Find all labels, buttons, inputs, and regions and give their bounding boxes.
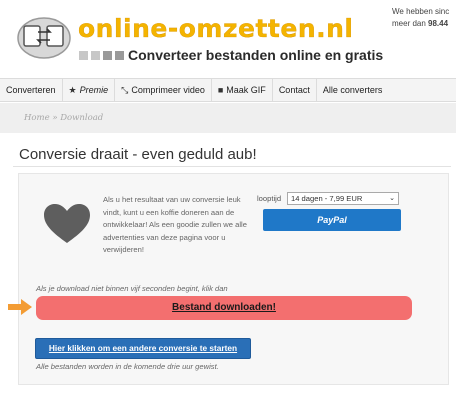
arrow-right-icon bbox=[8, 299, 32, 315]
deletion-note: Alle bestanden worden in de komende drie… bbox=[36, 362, 219, 371]
download-button[interactable]: Bestand downloaden! bbox=[36, 296, 412, 320]
paypal-button[interactable]: PayPal bbox=[263, 209, 401, 231]
compress-icon: ⤡ bbox=[121, 85, 129, 95]
runtime-select-value: 14 dagen - 7,99 EUR bbox=[291, 194, 363, 203]
site-header: online-omzetten.nl Converteer bestanden … bbox=[0, 0, 456, 76]
main-nav: Converteren ★ Premie ⤡ Comprimeer video … bbox=[0, 78, 456, 102]
runtime-label: looptijd bbox=[257, 194, 282, 203]
breadcrumb[interactable]: Home » Download bbox=[24, 113, 103, 123]
donation-text: Als u het resultaat van uw conversie leu… bbox=[103, 195, 247, 255]
logo-icon[interactable] bbox=[14, 12, 74, 60]
nav-item-contact[interactable]: Contact bbox=[273, 79, 317, 101]
breadcrumb-bar: Home » Download bbox=[0, 103, 456, 133]
site-tagline: Converteer bestanden online en gratis bbox=[128, 47, 384, 63]
stats-note-line1: We hebben sinc bbox=[392, 7, 450, 16]
nav-item-label: Premie bbox=[79, 85, 109, 95]
nav-item-label: Maak GIF bbox=[226, 85, 266, 95]
video-camera-icon: ■ bbox=[217, 85, 224, 95]
nav-item-maak-gif[interactable]: ■ Maak GIF bbox=[212, 79, 273, 101]
stats-note-line2: meer dan 98.44 bbox=[392, 19, 449, 28]
divider bbox=[13, 166, 451, 167]
star-icon: ★ bbox=[68, 85, 77, 95]
tagline-decoration bbox=[79, 51, 124, 60]
nav-item-premie[interactable]: ★ Premie bbox=[63, 79, 116, 101]
restart-conversion-button[interactable]: Hier klikken om een andere conversie te … bbox=[35, 338, 251, 359]
nav-item-converteren[interactable]: Converteren bbox=[0, 79, 63, 101]
nav-item-label: Converteren bbox=[6, 85, 56, 95]
heart-icon bbox=[44, 204, 90, 243]
download-note: Als je download niet binnen vijf seconde… bbox=[36, 284, 228, 293]
nav-item-label: Alle converters bbox=[322, 85, 383, 95]
runtime-select[interactable]: 14 dagen - 7,99 EUR ⌄ bbox=[287, 192, 399, 205]
nav-item-label: Contact bbox=[278, 85, 310, 95]
stats-note: We hebben sinc meer dan 98.44 bbox=[392, 6, 449, 30]
chevron-down-icon: ⌄ bbox=[389, 195, 395, 202]
nav-item-comprimeer-video[interactable]: ⤡ Comprimeer video bbox=[115, 79, 212, 101]
nav-item-alle-converters[interactable]: Alle converters bbox=[317, 79, 389, 101]
page-title: Conversie draait - even geduld aub! bbox=[19, 146, 257, 163]
nav-item-label: Comprimeer video bbox=[131, 85, 205, 95]
site-name[interactable]: online-omzetten.nl bbox=[78, 14, 354, 43]
